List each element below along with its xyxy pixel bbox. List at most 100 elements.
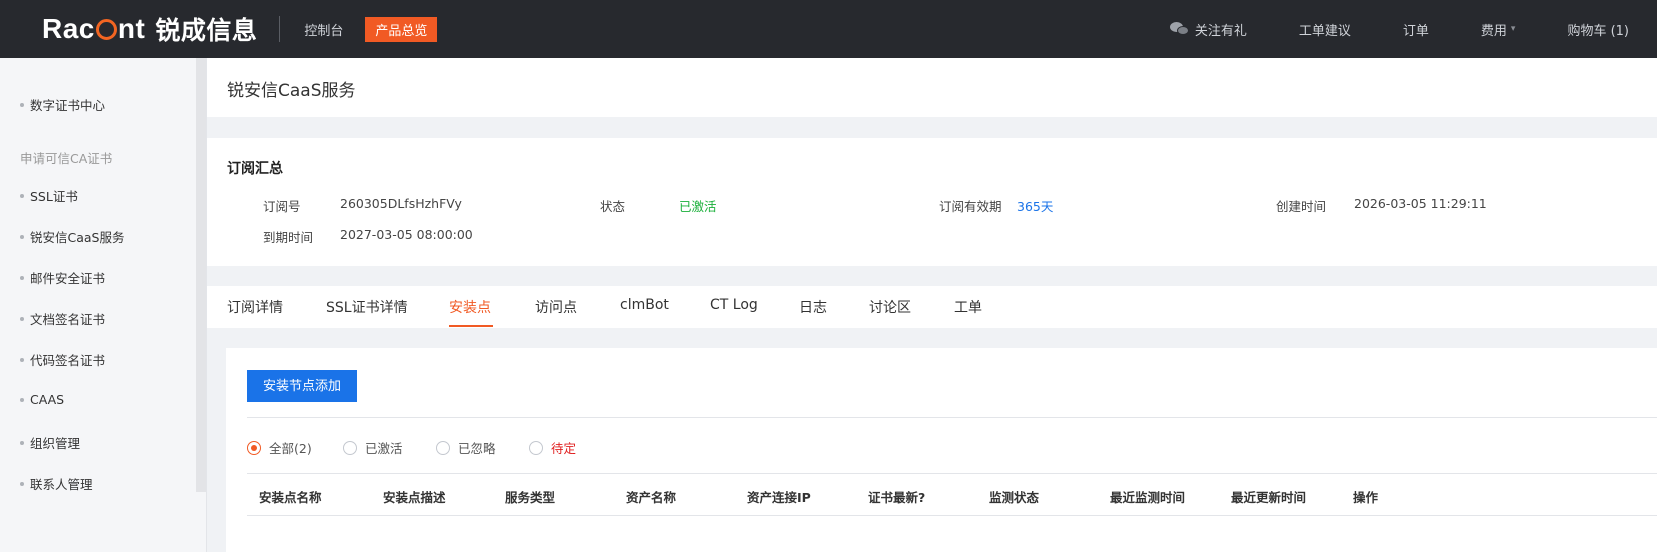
sidebar-item-org[interactable]: 组织管理 (20, 433, 80, 452)
expire-label: 到期时间 (263, 230, 314, 245)
filter-activated-radio[interactable]: 已激活 (343, 438, 403, 457)
sidebar-item-label: 代码签名证书 (30, 353, 106, 368)
bullet-icon (20, 316, 24, 321)
sidebar-group-apply-ca: 申请可信CA证书 (20, 151, 113, 166)
summary-card: 订阅汇总 订阅号 260305DLfsHzhFVy 状态 已激活 订阅有效期 3… (207, 138, 1657, 266)
brand-cn: 锐成信息 (155, 16, 258, 45)
orders-link[interactable]: 订单 (1403, 20, 1429, 39)
sidebar-item-label: 数字证书中心 (30, 98, 106, 113)
bullet-icon (20, 397, 24, 402)
sidebar-item-contacts[interactable]: 联系人管理 (20, 474, 93, 493)
chevron-down-icon: ▾ (1510, 24, 1516, 34)
column-header: 操作 (1353, 490, 1379, 505)
sidebar-item-caas-service[interactable]: 锐安信CaaS服务 (20, 227, 124, 246)
status-badge: 已激活 (679, 199, 717, 214)
fees-dropdown[interactable]: 费用 ▾ (1481, 20, 1516, 39)
sidebar-item-label: 文档签名证书 (30, 312, 106, 327)
filter-ignored-radio[interactable]: 已忽略 (436, 438, 496, 457)
topbar-right: 关注有礼 工单建议 订单 费用 ▾ 购物车 (1) (1169, 0, 1657, 58)
filter-pending-radio[interactable]: 待定 (529, 438, 576, 457)
summary-title: 订阅汇总 (227, 161, 283, 177)
fees-label: 费用 (1480, 23, 1507, 39)
filter-label: 全部(2) (269, 441, 312, 456)
sidebar-item-code-sign[interactable]: 代码签名证书 (20, 350, 105, 369)
created-value: 2026-03-05 11:29:11 (1354, 196, 1487, 211)
bullet-icon (20, 102, 24, 107)
tabs-bar: 订阅详情 SSL证书详情 安装点 访问点 clmBot CT Log 日志 讨论… (207, 286, 1657, 328)
tab-install-points[interactable]: 安装点 (449, 297, 491, 317)
radio-icon (343, 440, 357, 455)
status-label: 状态 (600, 199, 626, 214)
sidebar-item-email-cert[interactable]: 邮件安全证书 (20, 268, 105, 287)
column-header: 最近监测时间 (1110, 490, 1186, 505)
expire-value: 2027-03-05 08:00:00 (340, 227, 473, 242)
topbar-divider (279, 16, 281, 42)
brand-latin: Rac nt (42, 13, 146, 44)
bullet-icon (20, 440, 24, 445)
divider (247, 515, 1657, 516)
page-header: 锐安信CaaS服务 (207, 58, 1657, 117)
sidebar-scrollbar[interactable] (196, 58, 206, 492)
column-header: 安装点名称 (259, 490, 322, 505)
install-points-panel: 安装节点添加 全部(2) 已激活 已忽略 待定 安装点名称 安装点描述 服务类型… (226, 348, 1657, 552)
filter-all-radio[interactable]: 全部(2) (247, 438, 312, 457)
tab-subscription-detail[interactable]: 订阅详情 (227, 297, 283, 317)
sidebar-item-caas[interactable]: CAAS (20, 392, 64, 407)
bullet-icon (20, 234, 24, 239)
tab-logs[interactable]: 日志 (799, 297, 827, 317)
radio-checked-icon (247, 440, 261, 455)
top-navbar: Rac nt 锐成信息 控制台 产品总览 关注有礼 工单建议 订单 费用 ▾ 购物… (0, 0, 1657, 58)
radio-icon (436, 440, 450, 455)
divider (247, 417, 1657, 418)
sidebar-item-cert-center[interactable]: 数字证书中心 (20, 95, 105, 114)
bullet-icon (20, 481, 24, 486)
sidebar: 数字证书中心 申请可信CA证书 SSL证书 锐安信CaaS服务 邮件安全证书 文… (0, 58, 207, 552)
filter-label: 待定 (551, 441, 577, 456)
column-header: 证书最新? (868, 490, 926, 505)
radio-icon (529, 440, 543, 455)
cart-link[interactable]: 购物车 (1) (1567, 20, 1629, 39)
sub-id-value: 260305DLfsHzhFVy (340, 196, 462, 211)
ticket-suggest-link[interactable]: 工单建议 (1299, 20, 1351, 39)
sidebar-item-label: 邮件安全证书 (30, 271, 106, 286)
page-title: 锐安信CaaS服务 (227, 81, 356, 101)
sidebar-item-ssl[interactable]: SSL证书 (20, 186, 78, 205)
filter-label: 已忽略 (458, 441, 496, 456)
column-header: 安装点描述 (383, 490, 446, 505)
column-header: 监测状态 (989, 490, 1040, 505)
column-header: 资产连接IP (747, 490, 811, 505)
tab-clmbot[interactable]: clmBot (620, 297, 669, 313)
sidebar-item-label: CAAS (30, 392, 65, 407)
filter-label: 已激活 (365, 441, 403, 456)
active-tab-underline (449, 325, 493, 327)
sidebar-item-label: 联系人管理 (30, 477, 93, 492)
sidebar-item-label: SSL证书 (30, 189, 78, 204)
follow-label: 关注有礼 (1194, 23, 1247, 39)
bullet-icon (20, 193, 24, 198)
sub-id-label: 订阅号 (263, 199, 301, 214)
validity-value: 365天 (1017, 199, 1054, 214)
divider (247, 473, 1657, 474)
nav-console-link[interactable]: 控制台 (304, 20, 343, 39)
follow-link[interactable]: 关注有礼 (1169, 20, 1247, 39)
tab-ssl-detail[interactable]: SSL证书详情 (326, 297, 408, 317)
brand-logo[interactable]: Rac nt 锐成信息 (42, 11, 257, 47)
tab-ct-log[interactable]: CT Log (710, 297, 758, 313)
bullet-icon (20, 357, 24, 362)
sidebar-item-doc-sign[interactable]: 文档签名证书 (20, 309, 105, 328)
created-label: 创建时间 (1276, 199, 1327, 214)
main-content: 锐安信CaaS服务 订阅汇总 订阅号 260305DLfsHzhFVy 状态 已… (207, 58, 1657, 552)
wechat-icon (1169, 22, 1189, 36)
nav-products-link[interactable]: 产品总览 (365, 16, 438, 42)
table-header: 安装点名称 安装点描述 服务类型 资产名称 资产连接IP 证书最新? 监测状态 … (247, 487, 1657, 509)
column-header: 资产名称 (626, 490, 677, 505)
tab-discussion[interactable]: 讨论区 (869, 297, 911, 317)
bullet-icon (20, 275, 24, 280)
sidebar-item-label: 组织管理 (30, 436, 81, 451)
column-header: 最近更新时间 (1231, 490, 1307, 505)
add-install-node-button[interactable]: 安装节点添加 (247, 370, 358, 402)
tab-tickets[interactable]: 工单 (954, 297, 982, 317)
tab-access-points[interactable]: 访问点 (535, 297, 577, 317)
validity-label: 订阅有效期 (939, 199, 1002, 214)
sidebar-item-label: 锐安信CaaS服务 (30, 230, 125, 245)
